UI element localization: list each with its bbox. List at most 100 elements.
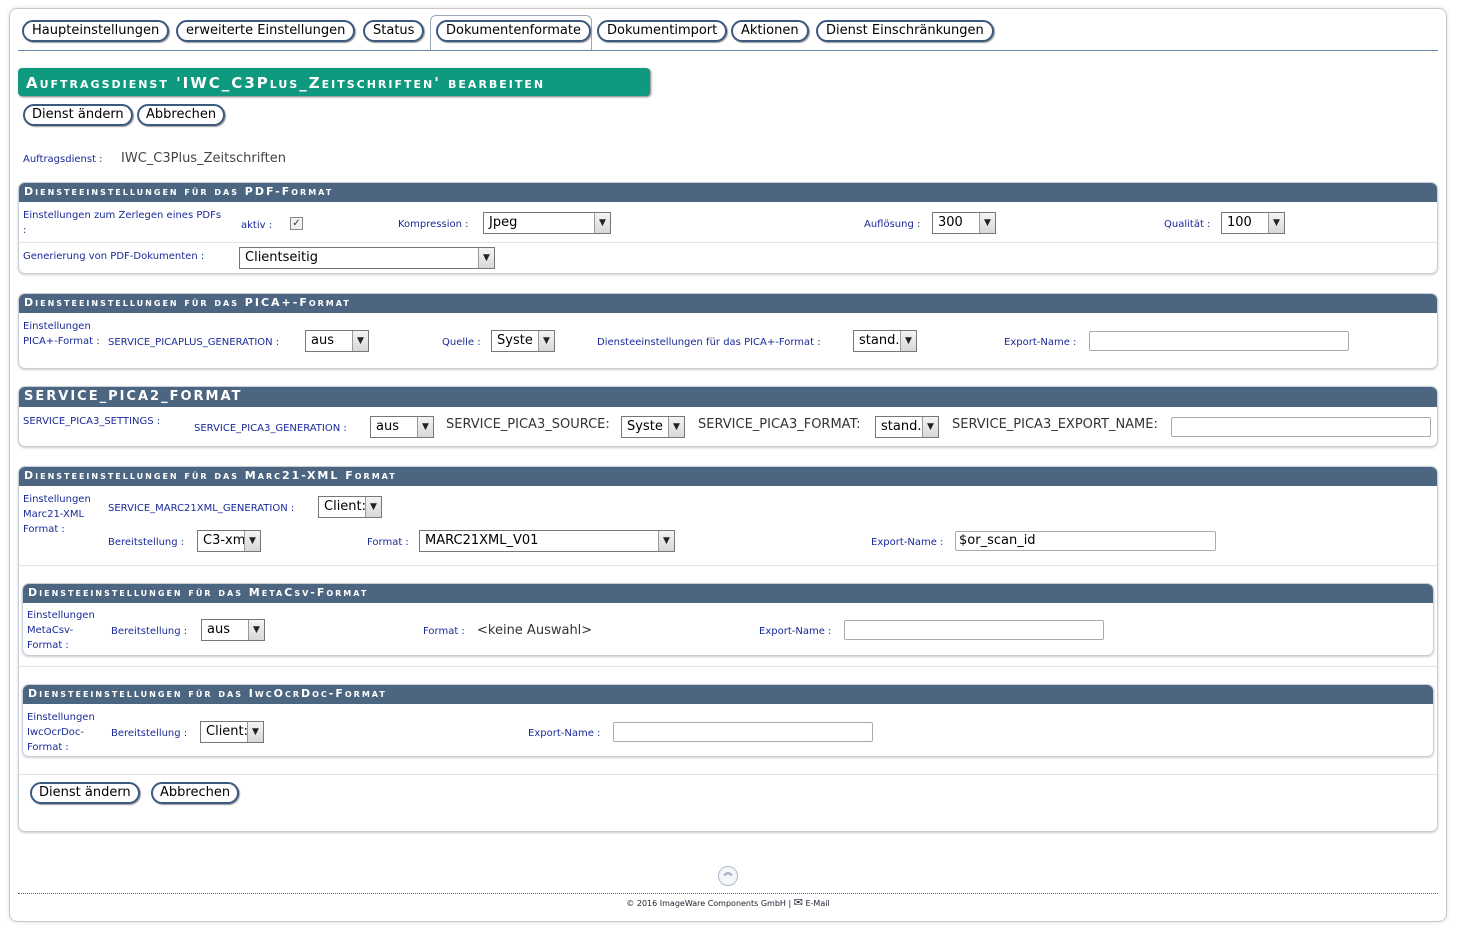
service-value: IWC_C3Plus_Zeitschriften	[121, 151, 286, 166]
pica2-format-select[interactable]: stand. ▼	[875, 416, 939, 438]
pica2-generation-select[interactable]: aus ▼	[370, 416, 434, 438]
pdf-quality-label: Qualität :	[1164, 219, 1211, 230]
save-button-top[interactable]: Dienst ändern	[23, 104, 133, 126]
chevron-down-icon: ▼	[417, 417, 433, 437]
marc21-provision-value: C3-xm	[203, 533, 246, 548]
metacsv-format-label: Format :	[423, 626, 465, 637]
pdf-resolution-value: 300	[938, 215, 963, 230]
pica-plus-source-select[interactable]: Syste ▼	[491, 330, 555, 352]
pdf-active-label: aktiv :	[241, 220, 273, 231]
tab-dokumentenformate[interactable]: Dokumentenformate	[436, 20, 591, 42]
pica-plus-format-label: Diensteeinstellungen für das PICA+-Forma…	[597, 337, 821, 348]
marc21-generation-select[interactable]: Client: ▼	[318, 496, 382, 518]
pdf-quality-select[interactable]: 100 ▼	[1221, 212, 1285, 234]
chevron-down-icon: ▼	[248, 620, 264, 640]
chevron-down-icon: ▼	[538, 331, 554, 351]
pica2-source-select[interactable]: Syste ▼	[621, 416, 685, 438]
chevron-down-icon: ▼	[658, 531, 674, 551]
marc21-provision-label: Bereitstellung :	[108, 537, 185, 548]
metacsv-export-input[interactable]	[844, 620, 1104, 640]
chevron-down-icon: ▼	[922, 417, 938, 437]
iwcocrdoc-export-label: Export-Name :	[528, 728, 601, 739]
pica2-settings-label: SERVICE_PICA3_SETTINGS :	[23, 416, 161, 427]
pica2-export-input[interactable]	[1171, 417, 1431, 437]
save-button-bottom[interactable]: Dienst ändern	[30, 782, 140, 804]
pdf-compression-label: Kompression :	[398, 219, 469, 230]
pdf-generation-select[interactable]: Clientseitig ▼	[239, 247, 495, 269]
metacsv-provision-value: aus	[207, 622, 230, 637]
tab-dienst-einschraenkungen[interactable]: Dienst Einschränkungen	[816, 20, 994, 42]
pica2-format-label: SERVICE_PICA3_FORMAT:	[698, 417, 861, 432]
marc21-section-title: Diensteeinstellungen für das Marc21-XML …	[19, 467, 1437, 486]
tab-aktionen[interactable]: Aktionen	[731, 20, 809, 42]
pdf-compression-value: Jpeg	[489, 215, 518, 230]
cancel-button-top[interactable]: Abbrechen	[137, 104, 226, 126]
email-link[interactable]: E-Mail	[805, 899, 829, 908]
chevron-down-icon: ▼	[668, 417, 684, 437]
marc21-generation-label: SERVICE_MARC21XML_GENERATION :	[108, 503, 295, 514]
pdf-resolution-select[interactable]: 300 ▼	[932, 212, 996, 234]
chevron-down-icon: ▼	[244, 531, 260, 551]
pica2-section-title: SERVICE_PICA2_FORMAT	[19, 387, 1437, 407]
tab-dokumentimport[interactable]: Dokumentimport	[597, 20, 728, 42]
marc21-format-label: Format :	[367, 537, 409, 548]
pdf-compression-select[interactable]: Jpeg ▼	[483, 212, 611, 234]
service-label: Auftragsdienst :	[23, 154, 103, 165]
divider	[19, 774, 1437, 775]
iwcocrdoc-section-title: Diensteeinstellungen für das IwcOcrDoc-F…	[23, 685, 1433, 704]
pdf-generation-label: Generierung von PDF-Dokumenten :	[23, 251, 205, 262]
marc21-format-select[interactable]: MARC21XML_V01 ▼	[419, 530, 675, 552]
tab-status[interactable]: Status	[363, 20, 425, 42]
tab-divider	[18, 50, 1438, 51]
divider	[19, 565, 1437, 566]
tab-haupteinstellungen[interactable]: Haupteinstellungen	[22, 20, 170, 42]
iwcocrdoc-export-input[interactable]	[613, 722, 873, 742]
scroll-top-icon[interactable]: ︽	[718, 866, 738, 886]
pdf-split-label: Einstellungen zum Zerlegen eines PDFs :	[23, 210, 222, 236]
mail-icon: ✉	[793, 896, 803, 909]
pica-plus-generation-value: aus	[311, 333, 334, 348]
metacsv-format-value: <keine Auswahl>	[477, 623, 593, 638]
metacsv-export-label: Export-Name :	[759, 626, 832, 637]
pdf-quality-value: 100	[1227, 215, 1252, 230]
copyright-text: © 2016 ImageWare Components GmbH |	[626, 899, 792, 908]
chevron-down-icon: ▼	[979, 213, 995, 233]
iwcocrdoc-settings-label: Einstellungen IwcOcrDoc-Format :	[27, 712, 95, 753]
chevron-down-icon: ▼	[247, 722, 263, 742]
pica-plus-source-value: Syste	[497, 333, 533, 348]
chevron-down-icon: ▼	[478, 248, 494, 268]
iwcocrdoc-provision-select[interactable]: Client: ▼	[200, 721, 264, 743]
marc21-export-input[interactable]: $or_scan_id	[955, 531, 1216, 551]
pica-plus-section-title: Diensteeinstellungen für das PICA+-Forma…	[19, 294, 1437, 313]
pdf-resolution-label: Auflösung :	[864, 219, 921, 230]
iwcocrdoc-provision-value: Client:	[206, 724, 249, 739]
metacsv-provision-select[interactable]: aus ▼	[201, 619, 265, 641]
pica-plus-format-value: stand.	[859, 333, 900, 348]
page-title: Auftragsdienst 'IWC_C3Plus_Zeitschriften…	[18, 68, 650, 96]
cancel-button-bottom[interactable]: Abbrechen	[151, 782, 240, 804]
pica-plus-generation-select[interactable]: aus ▼	[305, 330, 369, 352]
pica2-generation-label: SERVICE_PICA3_GENERATION :	[194, 423, 347, 434]
pica2-generation-value: aus	[376, 419, 399, 434]
divider	[19, 666, 1437, 667]
pdf-active-checkbox[interactable]: ✓	[290, 217, 303, 230]
footer-divider	[18, 893, 1438, 894]
chevron-down-icon: ▼	[365, 497, 381, 517]
tab-erweiterte-einstellungen[interactable]: erweiterte Einstellungen	[176, 20, 356, 42]
chevron-down-icon: ▼	[900, 331, 916, 351]
marc21-provision-select[interactable]: C3-xm ▼	[197, 530, 261, 552]
chevron-down-icon: ▼	[594, 213, 610, 233]
pica-plus-format-select[interactable]: stand. ▼	[853, 330, 917, 352]
pica-plus-export-label: Export-Name :	[1004, 337, 1077, 348]
pdf-section-title: Diensteeinstellungen für das PDF-Format	[19, 183, 1437, 202]
pica-plus-settings-label: Einstellungen PICA+-Format :	[23, 321, 100, 347]
marc21-export-label: Export-Name :	[871, 537, 944, 548]
pica2-source-label: SERVICE_PICA3_SOURCE:	[446, 417, 610, 432]
metacsv-section-title: Diensteeinstellungen für das MetaCsv-For…	[23, 584, 1433, 603]
pica2-export-label: SERVICE_PICA3_EXPORT_NAME:	[952, 417, 1158, 432]
marc21-format-value: MARC21XML_V01	[425, 533, 539, 548]
metacsv-provision-label: Bereitstellung :	[111, 626, 188, 637]
pica-plus-generation-label: SERVICE_PICAPLUS_GENERATION :	[108, 337, 280, 348]
marc21-settings-label: Einstellungen Marc21-XML Format :	[23, 494, 91, 535]
pica-plus-export-input[interactable]	[1089, 331, 1349, 351]
